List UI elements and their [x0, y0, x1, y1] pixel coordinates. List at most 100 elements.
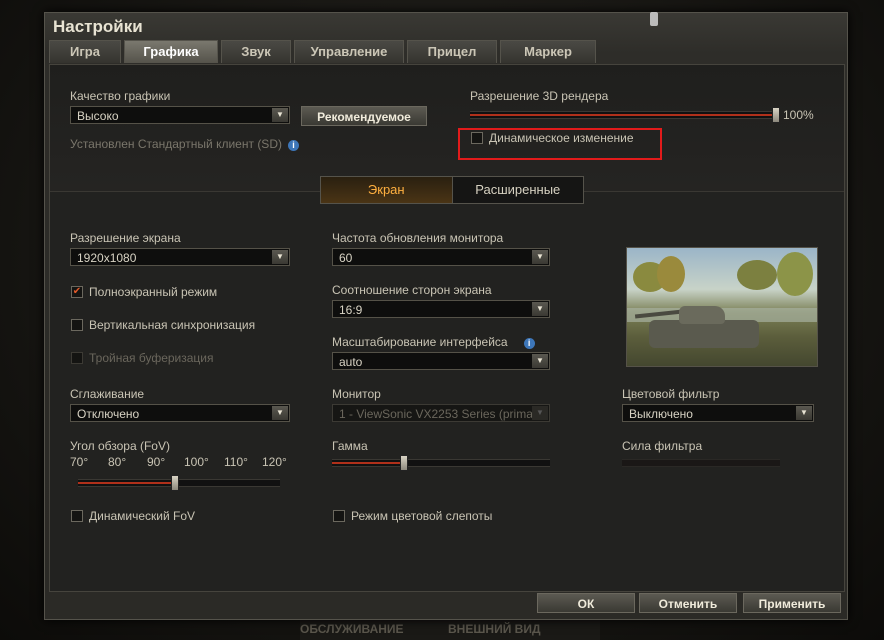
background-service-label: ОБСЛУЖИВАНИЕ [300, 622, 404, 636]
triple-buffer-checkbox: Тройная буферизация [71, 351, 214, 365]
color-filter-label: Цветовой фильтр [622, 387, 720, 401]
resolution-select[interactable]: 1920x1080 ▼ [70, 248, 290, 266]
chevron-down-icon: ▼ [532, 302, 548, 316]
mouse-cursor-icon [650, 12, 658, 26]
checkbox-box [71, 352, 83, 364]
tree [657, 256, 685, 292]
gamma-slider-fill [332, 462, 404, 464]
render-resolution-value: 100% [783, 108, 814, 122]
refresh-rate-label: Частота обновления монитора [332, 231, 504, 245]
client-info-text: Установлен Стандартный клиент (SD) [70, 137, 282, 151]
chevron-down-icon: ▼ [272, 108, 288, 122]
window-title: Настройки [53, 17, 143, 36]
monitor-value: 1 - ViewSonic VX2253 Series (prima [339, 407, 533, 421]
render-slider-thumb[interactable] [772, 107, 780, 123]
antialiasing-select[interactable]: Отключено ▼ [70, 404, 290, 422]
render-slider-fill [470, 114, 776, 116]
gamma-slider[interactable] [332, 455, 550, 471]
ui-scale-select[interactable]: auto ▼ [332, 352, 550, 370]
cancel-button[interactable]: Отменить [639, 593, 737, 613]
ok-button[interactable]: ОК [537, 593, 635, 613]
aspect-ratio-label: Соотношение сторон экрана [332, 283, 492, 297]
tab-graphics[interactable]: Графика [124, 40, 218, 63]
quality-select[interactable]: Высоко ▼ [70, 106, 290, 124]
ui-scale-value: auto [339, 355, 363, 369]
monitor-label: Монитор [332, 387, 381, 401]
tab-sound[interactable]: Звук [221, 40, 291, 63]
chevron-down-icon: ▼ [532, 406, 548, 420]
preview-image [626, 247, 818, 367]
fov-tick: 80° [108, 455, 127, 469]
background-appearance-label: ВНЕШНИЙ ВИД [448, 622, 541, 636]
checkbox-box[interactable] [71, 319, 83, 331]
checkbox-box[interactable] [71, 510, 83, 522]
dynamic-fov-checkbox[interactable]: Динамический FoV [71, 509, 195, 523]
chevron-down-icon: ▼ [532, 354, 548, 368]
vsync-label: Вертикальная синхронизация [89, 318, 256, 332]
client-info: Установлен Стандартный клиент (SD) i [70, 137, 299, 151]
antialiasing-value: Отключено [77, 407, 140, 421]
apply-button[interactable]: Применить [743, 593, 841, 613]
resolution-label: Разрешение экрана [70, 231, 181, 245]
tree [737, 260, 777, 290]
checkbox-box[interactable] [333, 510, 345, 522]
tab-controls[interactable]: Управление [294, 40, 404, 63]
colorblind-label: Режим цветовой слепоты [351, 509, 493, 523]
triple-buffer-label: Тройная буферизация [89, 351, 214, 365]
color-filter-select[interactable]: Выключено ▼ [622, 404, 814, 422]
quality-label: Качество графики [70, 89, 171, 103]
subtab-screen[interactable]: Экран [321, 177, 453, 203]
quality-value: Высоко [77, 109, 119, 123]
fov-tick: 110° [224, 455, 248, 469]
dynamic-fov-label: Динамический FoV [89, 509, 196, 523]
main-tabs: Игра Графика Звук Управление Прицел Марк… [49, 40, 599, 64]
color-filter-value: Выключено [629, 407, 693, 421]
info-icon[interactable]: i [523, 338, 535, 349]
checkmark-icon[interactable]: ✔ [71, 286, 83, 298]
gamma-slider-thumb[interactable] [400, 455, 408, 471]
render-resolution-label: Разрешение 3D рендера [470, 89, 609, 103]
tab-marker[interactable]: Маркер [500, 40, 596, 63]
tab-game[interactable]: Игра [49, 40, 121, 63]
chevron-down-icon: ▼ [532, 250, 548, 264]
subtab-advanced[interactable]: Расширенные [453, 177, 584, 203]
resolution-value: 1920x1080 [77, 251, 137, 265]
filter-strength-slider [622, 459, 780, 467]
fov-label: Угол обзора (FoV) [70, 439, 170, 453]
settings-window: Настройки Игра Графика Звук Управление П… [44, 12, 848, 620]
fov-slider[interactable] [78, 475, 280, 491]
antialiasing-label: Сглаживание [70, 387, 145, 401]
gamma-label: Гамма [332, 439, 368, 453]
refresh-rate-select[interactable]: 60 ▼ [332, 248, 550, 266]
chevron-down-icon: ▼ [796, 406, 812, 420]
recommended-button[interactable]: Рекомендуемое [301, 106, 427, 126]
vsync-checkbox[interactable]: Вертикальная синхронизация [71, 318, 255, 332]
screen-subtabs: Экран Расширенные [320, 176, 584, 204]
chevron-down-icon: ▼ [272, 406, 288, 420]
ui-scale-text: Масштабирование интерфейса [332, 335, 508, 349]
ui-scale-label: Масштабирование интерфейса i [332, 335, 535, 349]
colorblind-checkbox[interactable]: Режим цветовой слепоты [333, 509, 492, 523]
fov-tick: 70° [70, 455, 89, 469]
monitor-select: 1 - ViewSonic VX2253 Series (prima ▼ [332, 404, 550, 422]
fullscreen-checkbox[interactable]: ✔ Полноэкранный режим [71, 285, 217, 299]
fov-tick: 90° [147, 455, 166, 469]
highlight-frame [458, 128, 662, 160]
settings-content: Качество графики Высоко ▼ Рекомендуемое … [49, 64, 845, 592]
info-icon[interactable]: i [287, 140, 299, 151]
aspect-ratio-select[interactable]: 16:9 ▼ [332, 300, 550, 318]
graphics-quality-panel [50, 65, 844, 192]
tree [777, 252, 813, 296]
render-resolution-slider[interactable] [470, 107, 780, 123]
fov-slider-fill [78, 482, 175, 484]
filter-strength-label: Сила фильтра [622, 439, 703, 453]
refresh-rate-value: 60 [339, 251, 353, 265]
fov-tick: 120° [262, 455, 287, 469]
tank-body [649, 320, 759, 348]
chevron-down-icon: ▼ [272, 250, 288, 264]
fullscreen-label: Полноэкранный режим [89, 285, 218, 299]
tab-sight[interactable]: Прицел [407, 40, 497, 63]
fov-tick: 100° [184, 455, 209, 469]
tank-tower [679, 306, 725, 324]
fov-slider-thumb[interactable] [171, 475, 179, 491]
